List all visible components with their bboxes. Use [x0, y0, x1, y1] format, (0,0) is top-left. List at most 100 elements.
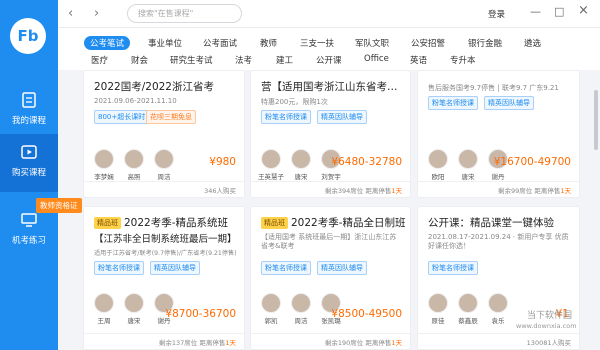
- teacher-name: 唐宋: [461, 173, 475, 181]
- purchase-count: 346人购买: [204, 187, 236, 195]
- course-tag: 800+超长课时: [94, 110, 150, 124]
- course-tag: 粉笔名师授课: [261, 261, 311, 275]
- stock-remaining: 剩余137席位 距离停售: [158, 339, 226, 347]
- teacher-name: 刘贺宇: [321, 173, 341, 181]
- stock-deadline: 1天: [560, 187, 571, 195]
- course-card[interactable]: 售后服务国考9.7停售 | 联考9.7 广东9.21 粉笔名师授课 精英因队辅导…: [417, 70, 580, 198]
- stock-remaining: 剩余394席位 距离停售: [324, 187, 392, 195]
- tab-construction[interactable]: 建工: [276, 54, 293, 66]
- course-title: 2022国考/2022浙江省考: [94, 81, 214, 93]
- watermark: 当下软件园: [527, 311, 573, 321]
- teacher-name: 周洁: [157, 173, 171, 181]
- tab-teacher[interactable]: 教师: [260, 37, 277, 49]
- minimize-icon[interactable]: —: [530, 5, 541, 18]
- teacher-name: 李梦娴: [94, 173, 114, 181]
- sidebar-item-my-courses[interactable]: 我的课程: [0, 82, 58, 140]
- document-icon: [22, 92, 36, 108]
- sidebar-item-label: 我的课程: [11, 116, 46, 126]
- course-card[interactable]: 营【适用国考浙江山东省考四川下... 特惠200元，限购1次 粉笔名师授课 精英…: [250, 70, 411, 198]
- teacher: 高照: [119, 149, 149, 181]
- maximize-icon[interactable]: □: [554, 5, 564, 18]
- teacher: 李梦娴: [89, 149, 119, 181]
- course-tag: 粉笔名师授课: [261, 110, 311, 124]
- course-price: ¥6480-32780: [331, 156, 402, 168]
- purchase-count: 130081人购买: [526, 339, 571, 347]
- teacher: 唐宋: [453, 149, 483, 181]
- course-title: 公开课：精品课堂一键体验: [428, 217, 554, 229]
- teacher-name: 郭凯: [264, 317, 278, 325]
- avatar: [458, 149, 478, 169]
- play-icon: [21, 145, 37, 159]
- avatar: [291, 149, 311, 169]
- course-dates: 售后服务国考9.7停售 | 联考9.7 广东9.21: [428, 84, 559, 92]
- tab-police[interactable]: 公安招警: [411, 37, 445, 49]
- course-tag: 精英因队辅导: [484, 96, 534, 110]
- teacher-name: 唐宋: [294, 173, 308, 181]
- course-dates: 2021.08.17-2021.09.24 · 新用户专享 优质好课任你选！: [428, 233, 569, 250]
- back-arrow-icon[interactable]: ‹: [68, 6, 73, 21]
- course-price: ¥8500-49500: [331, 308, 402, 320]
- premium-badge: 精品班: [94, 217, 121, 229]
- tab-accounting[interactable]: 财会: [131, 54, 148, 66]
- tab-bank[interactable]: 银行金融: [468, 37, 502, 49]
- avatar: [94, 149, 114, 169]
- teacher: 王英慧子: [256, 149, 286, 181]
- tab-upgrade[interactable]: 专升本: [450, 54, 476, 66]
- avatar: [124, 293, 144, 313]
- avatar: [94, 293, 114, 313]
- course-footer: 剩余99席位 距离停售1天: [418, 181, 579, 197]
- course-tag: 精英因队辅导: [317, 261, 367, 275]
- course-list: 2022国考/2022浙江省考 2021.09.06-2021.11.10 80…: [58, 70, 592, 350]
- tab-civil-written[interactable]: 公考笔试: [84, 36, 131, 50]
- search-input[interactable]: 搜索"在售课程": [127, 4, 242, 23]
- forward-arrow-icon[interactable]: ›: [94, 6, 99, 21]
- course-title: 精品班 2022考季-精品系统班: [94, 215, 228, 230]
- tab-civil-interview[interactable]: 公考面试: [203, 37, 237, 49]
- stock-deadline: 1天: [225, 339, 236, 347]
- sidebar-item-buy-courses[interactable]: 购买课程: [0, 134, 58, 192]
- login-button[interactable]: 登录: [488, 8, 505, 20]
- avatar: [261, 293, 281, 313]
- tab-military[interactable]: 军队文职: [355, 37, 389, 49]
- sidebar: Fb 我的课程 购买课程 机考练习: [0, 0, 58, 350]
- tab-law[interactable]: 法考: [235, 54, 252, 66]
- category-tabs: 公考笔试 事业单位 公考面试 教师 三支一扶 军队文职 公安招警 银行金融 遴选…: [58, 28, 600, 70]
- course-card[interactable]: 精品班 2022考季-精品系统班 【江苏非全日制系统班最后一期】 适用于江苏省考/…: [83, 206, 245, 350]
- course-card[interactable]: 精品班 2022考季-精品全日制班 【适用国考 系统班最后一期】浙江山东江苏省考&…: [250, 206, 411, 350]
- avatar: [428, 149, 448, 169]
- teacher-name: 周洁: [294, 317, 308, 325]
- teacher: 蔡鑫辰: [453, 293, 483, 325]
- avatar: [124, 149, 144, 169]
- stock-deadline: 1天: [391, 187, 402, 195]
- scrollbar[interactable]: [594, 90, 598, 150]
- tab-sanzhi[interactable]: 三支一扶: [300, 37, 334, 49]
- teacher: 周洁: [149, 149, 179, 181]
- sidebar-item-label: 机考练习: [11, 236, 46, 246]
- tab-selection[interactable]: 遴选: [524, 37, 541, 49]
- tab-medical[interactable]: 医疗: [91, 54, 108, 66]
- tab-graduate[interactable]: 研究生考试: [170, 54, 213, 66]
- computer-icon: [21, 213, 37, 227]
- tab-public-institution[interactable]: 事业单位: [148, 37, 182, 49]
- teacher: 唐宋: [119, 293, 149, 325]
- teacher-name: 王周: [97, 317, 111, 325]
- teacher-name: 谢丹: [491, 173, 505, 181]
- course-tag: 花呗三期免息: [146, 110, 196, 124]
- stock-remaining: 剩余99席位 距离停售: [498, 187, 561, 195]
- teacher-cert-badge[interactable]: 教师资格证: [36, 198, 82, 213]
- tab-open-class[interactable]: 公开课: [316, 54, 342, 66]
- teacher-name: 高照: [127, 173, 141, 181]
- course-price: ¥8700-36700: [165, 308, 236, 320]
- teacher: 王周: [89, 293, 119, 325]
- tab-english[interactable]: 英语: [410, 54, 427, 66]
- close-icon[interactable]: ×: [578, 3, 589, 18]
- stock-info: 剩余190席位 距离停售1天: [325, 337, 402, 347]
- stock-info: 剩余99席位 距离停售1天: [498, 185, 571, 195]
- avatar: [154, 149, 174, 169]
- tab-office[interactable]: Office: [364, 54, 389, 64]
- stock-info: 剩余394席位 距离停售1天: [325, 185, 402, 195]
- course-card[interactable]: 2022国考/2022浙江省考 2021.09.06-2021.11.10 80…: [83, 70, 245, 198]
- teacher-name: 王英慧子: [258, 173, 284, 181]
- stock-deadline: 1天: [391, 339, 402, 347]
- teacher: 欧阳: [423, 149, 453, 181]
